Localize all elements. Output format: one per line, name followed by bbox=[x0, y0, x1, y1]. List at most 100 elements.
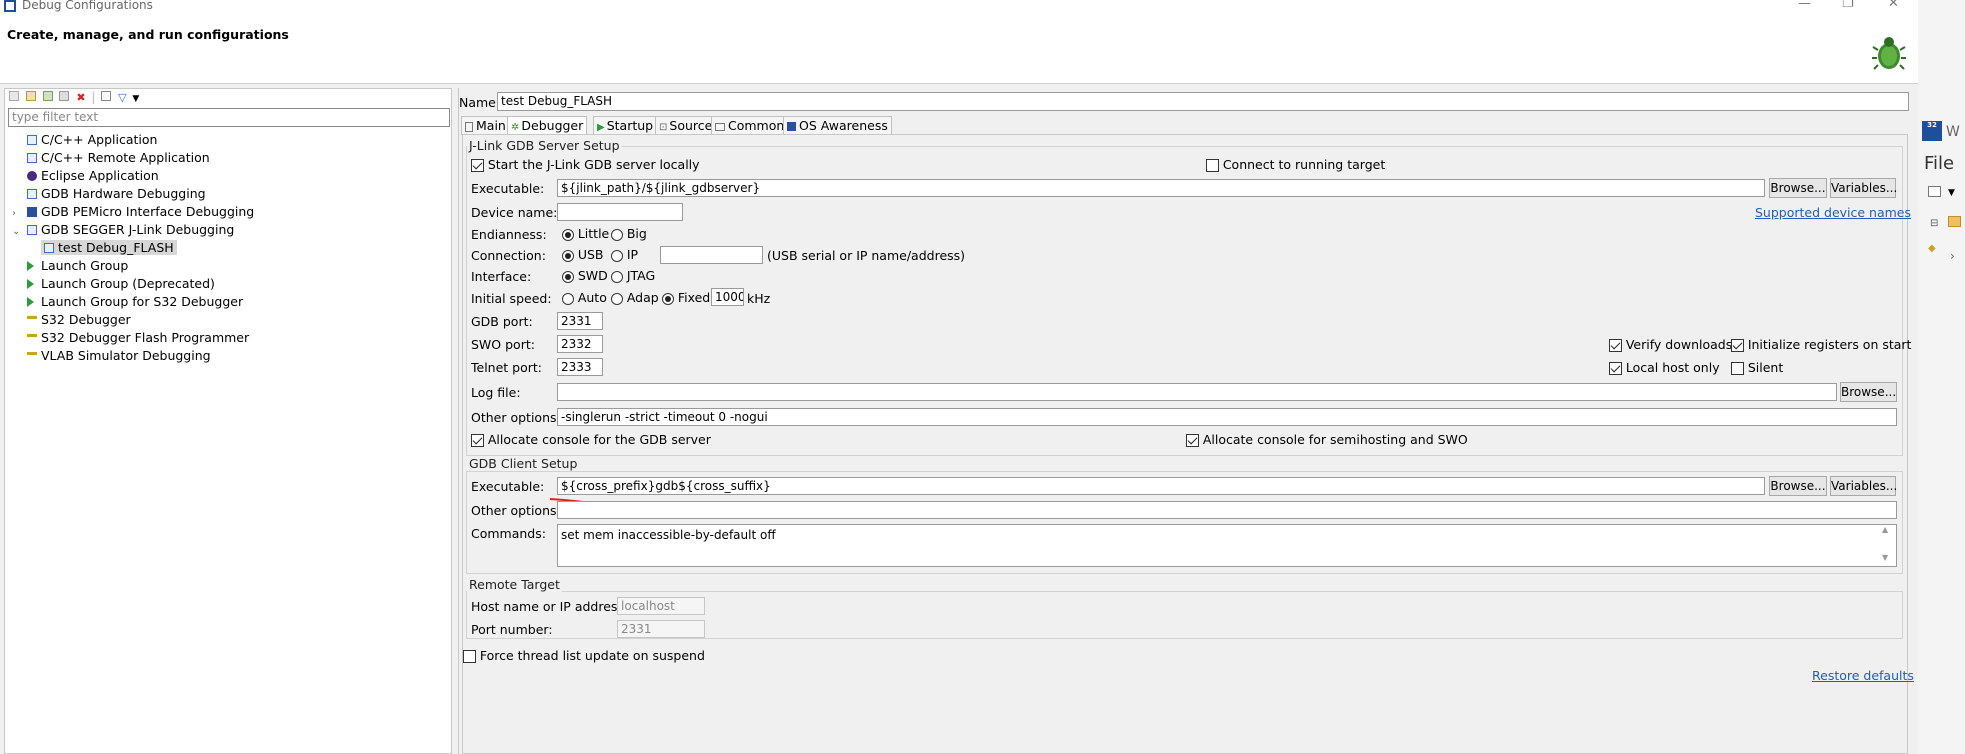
client-other-options-field[interactable] bbox=[557, 501, 1897, 519]
tree-item-eclipse[interactable]: Eclipse Application bbox=[12, 167, 254, 185]
collapse-chevron-icon[interactable]: ⌄ bbox=[12, 223, 27, 241]
conn-usb-radio[interactable]: USB bbox=[562, 247, 604, 262]
conn-ip-dot[interactable] bbox=[611, 249, 623, 262]
connect-running-checkbox[interactable]: Connect to running target bbox=[1206, 157, 1385, 172]
telnet-port-field[interactable]: 2333 bbox=[557, 358, 603, 376]
iface-swd-dot[interactable] bbox=[562, 270, 574, 283]
silent-checkbox[interactable]: Silent bbox=[1731, 360, 1783, 375]
speed-adap-dot[interactable] bbox=[611, 292, 623, 305]
supported-devices-link[interactable]: Supported device names bbox=[1755, 205, 1911, 220]
client-browse-button[interactable]: Browse... bbox=[1769, 476, 1827, 496]
client-executable-field[interactable]: ${cross_prefix}gdb${cross_suffix} bbox=[557, 477, 1765, 495]
restore-defaults-link[interactable]: Restore defaults bbox=[1812, 668, 1914, 683]
tab-os-awareness[interactable]: OS Awareness bbox=[783, 116, 892, 135]
force-thread-checkbox[interactable]: Force thread list update on suspend bbox=[463, 648, 705, 663]
gdb-port-field[interactable]: 2331 bbox=[557, 312, 603, 330]
silent-box[interactable] bbox=[1731, 362, 1744, 375]
close-icon[interactable]: ✕ bbox=[1888, 0, 1899, 11]
tree-item-launch-group-deprecated[interactable]: Launch Group (Deprecated) bbox=[12, 275, 254, 293]
alloc-console-checkbox[interactable]: Allocate console for the GDB server bbox=[471, 432, 711, 447]
tab-source[interactable]: ⊡ Source bbox=[655, 116, 717, 135]
conn-usb-dot[interactable] bbox=[562, 249, 574, 262]
new-prototype-icon[interactable] bbox=[25, 91, 36, 101]
c-remote-icon bbox=[27, 152, 37, 163]
endian-big-dot[interactable] bbox=[611, 228, 623, 241]
verify-downloads-checkbox[interactable]: Verify downloads bbox=[1609, 337, 1732, 352]
tab-debugger[interactable]: ✲ Debugger bbox=[507, 116, 588, 135]
duplicate-icon[interactable] bbox=[59, 91, 70, 101]
server-executable-field[interactable]: ${jlink_path}/${jlink_gdbserver} bbox=[557, 179, 1765, 197]
speed-auto-radio[interactable]: Auto bbox=[562, 290, 607, 305]
filter-input[interactable]: type filter text bbox=[8, 108, 450, 127]
interface-label: Interface: bbox=[471, 269, 532, 284]
tree-item-launch-group-s32[interactable]: Launch Group for S32 Debugger bbox=[12, 293, 254, 311]
local-host-only-box[interactable] bbox=[1609, 362, 1622, 375]
force-thread-box[interactable] bbox=[463, 650, 476, 663]
endian-big-radio[interactable]: Big bbox=[611, 226, 647, 241]
speed-fixed-radio[interactable]: Fixed bbox=[662, 290, 710, 305]
tree-item-jlink[interactable]: ⌄ GDB SEGGER J-Link Debugging bbox=[12, 221, 254, 239]
server-group-title: J-Link GDB Server Setup bbox=[467, 138, 622, 153]
local-host-only-checkbox[interactable]: Local host only bbox=[1609, 360, 1720, 375]
tree-item-s32-flash[interactable]: S32 Debugger Flash Programmer bbox=[12, 329, 254, 347]
verify-downloads-box[interactable] bbox=[1609, 339, 1622, 352]
delete-icon[interactable]: ✖ bbox=[76, 91, 85, 104]
log-browse-button[interactable]: Browse... bbox=[1840, 382, 1897, 402]
alloc-semihost-box[interactable] bbox=[1186, 434, 1199, 447]
restore-icon[interactable]: ❐ bbox=[1842, 0, 1854, 11]
speed-adap-radio[interactable]: Adap bbox=[611, 290, 659, 305]
tree-item-s32-debugger[interactable]: S32 Debugger bbox=[12, 311, 254, 329]
minimize-icon[interactable]: — bbox=[1798, 0, 1811, 11]
new-config-icon[interactable] bbox=[9, 91, 19, 101]
eclipse-icon bbox=[27, 170, 37, 181]
tree-item-pemicro[interactable]: › GDB PEMicro Interface Debugging bbox=[12, 203, 254, 221]
dialog-subtitle: Create, manage, and run configurations bbox=[7, 27, 289, 42]
connect-running-box[interactable] bbox=[1206, 159, 1219, 172]
endian-little-radio[interactable]: Little bbox=[562, 226, 609, 241]
log-file-field[interactable] bbox=[557, 383, 1837, 401]
tree-item-launch-group[interactable]: Launch Group bbox=[12, 257, 254, 275]
iface-jtag-radio[interactable]: JTAG bbox=[611, 268, 655, 283]
filter-icon[interactable]: ▽ bbox=[118, 91, 126, 104]
port-number-field[interactable]: 2331 bbox=[617, 620, 705, 638]
collapse-all-icon[interactable] bbox=[101, 91, 112, 101]
init-registers-box[interactable] bbox=[1731, 339, 1744, 352]
start-locally-checkbox[interactable]: Start the J-Link GDB server locally bbox=[471, 157, 700, 172]
commands-textarea[interactable]: set mem inaccessible-by-default off bbox=[557, 524, 1897, 567]
tab-startup[interactable]: ▶ Startup bbox=[593, 116, 658, 135]
commands-scroll-up-icon[interactable]: ▲ bbox=[1882, 525, 1888, 534]
device-name-field[interactable] bbox=[557, 203, 683, 221]
tab-common[interactable]: Common bbox=[711, 116, 789, 135]
server-other-options-field[interactable]: -singlerun -strict -timeout 0 -nogui bbox=[557, 408, 1897, 426]
swo-port-field[interactable]: 2332 bbox=[557, 335, 603, 353]
server-browse-button[interactable]: Browse... bbox=[1769, 178, 1827, 198]
tree-item-vlab[interactable]: VLAB Simulator Debugging bbox=[12, 347, 254, 365]
speed-fixed-dot[interactable] bbox=[662, 292, 674, 305]
tree-item-test-debug-flash[interactable]: test Debug_FLASH bbox=[12, 239, 254, 257]
commands-scroll-down-icon[interactable]: ▼ bbox=[1882, 553, 1888, 562]
iface-jtag-dot[interactable] bbox=[611, 270, 623, 283]
speed-field[interactable]: 1000 bbox=[711, 288, 744, 306]
server-variables-button[interactable]: Variables... bbox=[1830, 178, 1897, 198]
host-field[interactable]: localhost bbox=[617, 597, 705, 615]
tree-item-c-app[interactable]: C/C++ Application bbox=[12, 131, 254, 149]
client-variables-button[interactable]: Variables... bbox=[1830, 476, 1897, 496]
name-field[interactable]: test Debug_FLASH bbox=[497, 92, 1909, 111]
start-locally-box[interactable] bbox=[471, 159, 484, 172]
chevron-down-icon[interactable]: ▼ bbox=[132, 94, 139, 104]
tab-main[interactable]: Main bbox=[461, 116, 510, 135]
speed-auto-dot[interactable] bbox=[562, 292, 574, 305]
iface-swd-radio[interactable]: SWD bbox=[562, 268, 608, 283]
tree-item-gdb-hw[interactable]: GDB Hardware Debugging bbox=[12, 185, 254, 203]
debugger-tab-icon: ✲ bbox=[511, 122, 520, 133]
init-registers-checkbox[interactable]: Initialize registers on start bbox=[1731, 337, 1911, 352]
conn-ip-radio[interactable]: IP bbox=[611, 247, 638, 262]
tree-item-c-remote[interactable]: C/C++ Remote Application bbox=[12, 149, 254, 167]
connection-hint: (USB serial or IP name/address) bbox=[767, 248, 966, 263]
remote-group-title: Remote Target bbox=[467, 577, 562, 592]
alloc-console-box[interactable] bbox=[471, 434, 484, 447]
endian-little-dot[interactable] bbox=[562, 228, 574, 241]
connection-address-field[interactable] bbox=[660, 246, 763, 264]
alloc-semihost-checkbox[interactable]: Allocate console for semihosting and SWO bbox=[1186, 432, 1468, 447]
export-icon[interactable] bbox=[42, 91, 53, 101]
